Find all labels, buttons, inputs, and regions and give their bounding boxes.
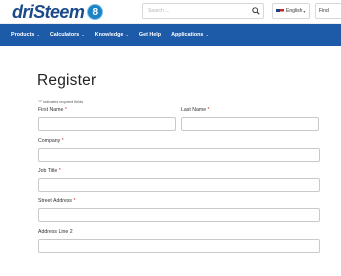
address-line-2-label: Address Line 2 xyxy=(38,229,73,235)
required-fields-note: "*" indicates required fields xyxy=(38,100,84,104)
search-icon[interactable] xyxy=(252,7,260,15)
required-marker: * xyxy=(58,168,61,174)
site-header: driSteem 8 English ▾ Find xyxy=(0,0,341,24)
street-address-field[interactable] xyxy=(38,208,320,222)
required-marker: * xyxy=(207,107,210,113)
find-button[interactable]: Find xyxy=(315,3,341,19)
logo-text: driSteem xyxy=(12,1,85,22)
first-name-label: First Name * xyxy=(38,107,67,113)
nav-item-label: Get Help xyxy=(138,32,162,38)
chevron-down-icon: ⌄ xyxy=(124,32,129,37)
page-title: Register xyxy=(37,72,97,89)
last-name-field[interactable] xyxy=(181,117,319,131)
nav-item-label: Applications xyxy=(171,32,204,38)
logo-badge-icon: 8 xyxy=(87,4,104,20)
address-line-2-field[interactable] xyxy=(38,239,320,253)
chevron-down-icon: ▾ xyxy=(303,8,306,14)
last-name-label: Last Name * xyxy=(181,107,210,113)
first-name-field[interactable] xyxy=(38,117,176,131)
us-flag-icon xyxy=(276,8,284,14)
street-address-label: Street Address * xyxy=(38,198,76,204)
logo[interactable]: driSteem 8 xyxy=(12,0,104,24)
search-box xyxy=(142,3,264,19)
label-text: Address Line 2 xyxy=(38,229,73,235)
label-text: Company xyxy=(38,138,61,144)
label-text: Job Title xyxy=(38,168,58,174)
nav-item-get-help[interactable]: Get Help xyxy=(139,32,161,38)
chevron-down-icon: ⌄ xyxy=(35,32,40,37)
required-marker: * xyxy=(64,107,67,113)
nav-item-applications[interactable]: Applications ⌄ xyxy=(171,32,209,38)
job-title-field[interactable] xyxy=(38,178,320,192)
chevron-down-icon: ⌄ xyxy=(204,32,209,37)
label-text: Last Name xyxy=(181,107,207,113)
nav-item-calculators[interactable]: Calculators ⌄ xyxy=(50,32,85,38)
label-text: First Name xyxy=(38,107,64,113)
job-title-label: Job Title * xyxy=(38,168,61,174)
required-marker: * xyxy=(73,198,76,204)
required-marker: * xyxy=(61,138,64,144)
nav-item-label: Calculators xyxy=(49,32,80,38)
chevron-down-icon: ⌄ xyxy=(80,32,85,37)
nav-item-label: Knowledge xyxy=(94,32,124,38)
language-selector[interactable]: English ▾ xyxy=(272,3,310,19)
search-input[interactable] xyxy=(143,4,248,18)
language-label: English xyxy=(286,8,303,14)
nav-item-label: Products xyxy=(11,32,35,38)
label-text: Street Address xyxy=(38,198,73,204)
company-field[interactable] xyxy=(38,148,320,162)
company-label: Company * xyxy=(38,138,64,144)
nav-item-products[interactable]: Products ⌄ xyxy=(11,32,40,38)
nav-item-knowledge[interactable]: Knowledge ⌄ xyxy=(95,32,129,38)
main-nav: Products ⌄ Calculators ⌄ Knowledge ⌄ Get… xyxy=(0,24,341,46)
registration-form: Register "*" indicates required fields F… xyxy=(0,46,341,276)
